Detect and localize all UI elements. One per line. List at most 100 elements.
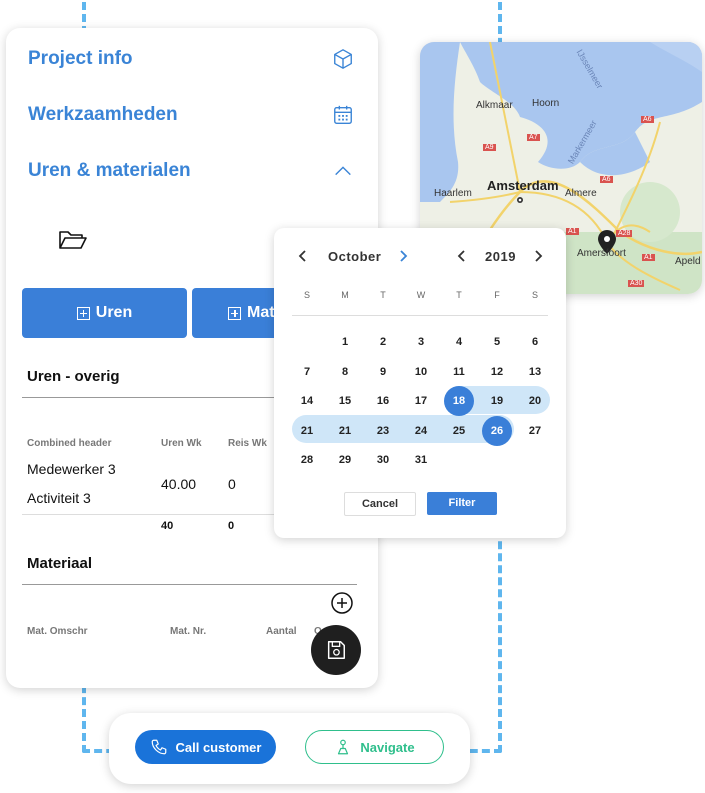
calendar-day[interactable]: 30 <box>368 445 398 475</box>
plus-square-icon <box>228 306 241 320</box>
calendar-day[interactable]: 3 <box>406 327 436 357</box>
chevron-up-icon[interactable] <box>332 160 354 182</box>
map-marker-icon <box>338 739 349 755</box>
save-fab-button[interactable] <box>311 625 361 675</box>
weekday-label: T <box>456 290 462 300</box>
calendar-day[interactable]: 13 <box>520 357 550 387</box>
calendar-month: October <box>328 249 382 264</box>
calendar-day[interactable]: 8 <box>330 357 360 387</box>
calendar-day[interactable]: 21 <box>330 416 360 446</box>
weekday-label: F <box>494 290 500 300</box>
road-label: A7 <box>527 134 540 141</box>
materiaal-title: Materiaal <box>27 555 93 572</box>
cell-uren: 40.00 <box>161 476 197 492</box>
chevron-left-icon[interactable] <box>455 249 469 263</box>
save-icon <box>327 641 345 659</box>
road-label: A9 <box>483 144 496 151</box>
action-bar: Call customer Navigate <box>109 713 470 784</box>
calendar-day[interactable]: 7 <box>292 357 322 387</box>
add-uren-button[interactable]: Uren <box>22 288 187 338</box>
date-range-picker: October 2019 SMTWTFS 1 2 3 4 5 6 7 8 9 10 11 12 13 14… <box>274 228 566 538</box>
weekday-label: M <box>341 290 349 300</box>
chevron-left-icon[interactable] <box>296 249 310 263</box>
road-label: A6 <box>600 176 613 183</box>
map-label-hoorn: Hoorn <box>532 98 560 109</box>
divider <box>22 584 357 585</box>
add-uren-label: Uren <box>95 304 133 321</box>
calendar-day[interactable]: 15 <box>330 386 360 416</box>
calendar-day[interactable]: 26 <box>482 415 512 446</box>
calendar-day[interactable]: 20 <box>520 386 550 416</box>
accordion-werkzaamheden[interactable]: Werkzaamheden <box>28 104 178 126</box>
map-label-almere: Almere <box>565 188 597 199</box>
total-reis: 0 <box>228 520 235 532</box>
call-customer-button[interactable]: Call customer <box>135 730 276 764</box>
cell-medewerker: Medewerker 3 <box>27 461 116 477</box>
accordion-uren-materialen[interactable]: Uren & materialen <box>28 160 191 182</box>
calendar-day[interactable]: 16 <box>368 386 398 416</box>
calendar-icon[interactable] <box>332 104 354 126</box>
column-header: Mat. Omschr <box>27 626 88 637</box>
map-label-apeld: Apeld <box>675 256 701 267</box>
cube-icon[interactable] <box>332 48 354 70</box>
calendar-day[interactable]: 24 <box>406 416 436 446</box>
calendar-day[interactable]: 27 <box>520 416 550 446</box>
filter-button[interactable]: Filter <box>427 492 497 515</box>
selected-range-band <box>292 415 514 443</box>
add-materialen-label: Mat <box>247 304 275 321</box>
calendar-day[interactable]: 4 <box>444 327 474 357</box>
calendar-day[interactable]: 18 <box>444 386 474 416</box>
cancel-button[interactable]: Cancel <box>344 492 416 516</box>
calendar-day[interactable]: 25 <box>444 416 474 446</box>
calendar-day[interactable]: 5 <box>482 327 512 357</box>
calendar-day[interactable]: 17 <box>406 386 436 416</box>
folder-open-icon[interactable] <box>58 228 88 252</box>
calendar-day[interactable]: 11 <box>444 357 474 387</box>
calendar-day[interactable]: 31 <box>406 445 436 475</box>
calendar-day[interactable]: 2 <box>368 327 398 357</box>
weekday-label: T <box>380 290 386 300</box>
calendar-day[interactable]: 6 <box>520 327 550 357</box>
accordion-project-info[interactable]: Project info <box>28 48 133 70</box>
navigate-button[interactable]: Navigate <box>305 730 444 764</box>
calendar-day[interactable]: 28 <box>292 445 322 475</box>
column-header: Reis Wk <box>228 438 267 449</box>
weekday-label: S <box>531 290 538 300</box>
calendar-day[interactable]: 10 <box>406 357 436 387</box>
map-label-alkmaar: Alkmaar <box>476 100 513 111</box>
column-header: Combined header <box>27 438 112 449</box>
road-label: A6 <box>641 116 654 123</box>
chevron-right-icon[interactable] <box>531 249 545 263</box>
uren-overig-title: Uren - overig <box>27 368 120 385</box>
calendar-day[interactable]: 23 <box>368 416 398 446</box>
calendar-year: 2019 <box>485 249 516 264</box>
map-label-amersfoort: Amersfoort <box>577 248 626 259</box>
navigate-label: Navigate <box>360 739 415 755</box>
cell-reis: 0 <box>228 476 236 492</box>
calendar-day[interactable]: 1 <box>330 327 360 357</box>
road-label: A30 <box>628 280 645 287</box>
column-header: Uren Wk <box>161 438 202 449</box>
chevron-right-icon[interactable] <box>396 249 410 263</box>
calendar-day[interactable]: 29 <box>330 445 360 475</box>
add-circle-icon[interactable] <box>330 591 354 615</box>
column-header: Mat. Nr. <box>170 626 207 637</box>
road-label: A1 <box>566 228 579 235</box>
map-label-haarlem: Haarlem <box>434 188 472 199</box>
road-label: A1 <box>642 254 655 261</box>
divider <box>292 315 548 316</box>
calendar-day[interactable]: 21 <box>292 416 322 446</box>
road-label: A28 <box>616 230 633 237</box>
weekday-label: W <box>416 290 426 300</box>
calendar-day[interactable]: 12 <box>482 357 512 387</box>
calendar-day[interactable]: 19 <box>482 386 512 416</box>
total-uren: 40 <box>161 520 174 532</box>
cell-activiteit: Activiteit 3 <box>27 490 91 506</box>
map-label-amsterdam: Amsterdam <box>487 178 559 193</box>
plus-square-icon <box>76 306 90 320</box>
call-customer-label: Call customer <box>175 739 262 755</box>
phone-icon <box>151 739 166 755</box>
calendar-day[interactable]: 9 <box>368 357 398 387</box>
weekday-label: S <box>303 290 310 300</box>
calendar-day[interactable]: 14 <box>292 386 322 416</box>
